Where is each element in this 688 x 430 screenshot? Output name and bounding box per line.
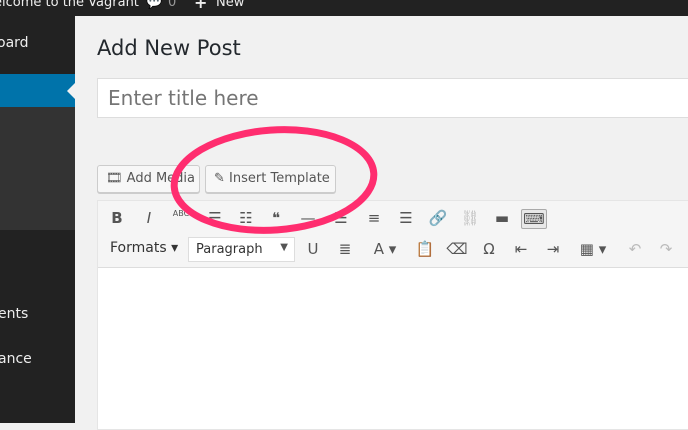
paragraph-value: Paragraph: [196, 242, 263, 257]
formats-dropdown[interactable]: Formats ▾: [110, 240, 178, 256]
menu-appearance[interactable]: ance: [0, 351, 32, 367]
page-title: Add New Post: [97, 36, 241, 60]
menu-dashboard[interactable]: oard: [0, 35, 29, 51]
clear-formatting-icon[interactable]: ⌫: [446, 240, 468, 258]
plus-icon[interactable]: +: [194, 0, 207, 12]
bold-icon[interactable]: B: [106, 209, 128, 227]
admin-sidebar: oard ents ance: [0, 16, 75, 423]
insert-template-button[interactable]: ✎ Insert Template: [205, 165, 336, 193]
horizontal-rule-icon[interactable]: —: [297, 209, 319, 227]
outdent-icon[interactable]: ⇤: [510, 240, 532, 258]
align-center-icon[interactable]: ≡: [363, 209, 385, 227]
bullet-list-icon[interactable]: ☰: [204, 209, 226, 227]
admin-bar: elcome to the Vagrant 💬 0 + New: [0, 0, 688, 16]
paste-text-icon[interactable]: 📋: [414, 240, 436, 258]
insert-template-label: Insert Template: [229, 171, 330, 186]
text-color-icon[interactable]: A ▾: [366, 240, 404, 258]
underline-icon[interactable]: U: [302, 240, 324, 258]
toolbar-toggle-icon[interactable]: ⌨: [521, 209, 547, 229]
editor-toolbar: B I ABC ☰ ☷ ❝ — ☰ ≡ ☰ 🔗 ⛓ ▬ ⌨ Formats ▾ Paragraph ▼ U ≣…: [98, 201, 688, 268]
comments-count[interactable]: 0: [168, 0, 176, 10]
posts-submenu: [0, 107, 75, 230]
link-icon[interactable]: 🔗: [427, 209, 449, 227]
unlink-icon[interactable]: ⛓: [459, 209, 481, 227]
comment-bubble-icon[interactable]: 💬: [146, 0, 162, 10]
new-link[interactable]: New: [216, 0, 244, 10]
table-icon[interactable]: ▦ ▾: [574, 240, 612, 258]
paragraph-select[interactable]: Paragraph ▼: [188, 237, 295, 262]
align-left-icon[interactable]: ☰: [330, 209, 352, 227]
site-name-link[interactable]: elcome to the Vagrant: [0, 0, 139, 10]
editor-content-area[interactable]: [98, 268, 688, 428]
undo-icon[interactable]: ↶: [624, 240, 646, 258]
blockquote-icon[interactable]: ❝: [265, 209, 287, 227]
pencil-icon: ✎: [214, 171, 225, 186]
post-title-input[interactable]: [97, 78, 688, 118]
strikethrough-icon[interactable]: ABC: [170, 209, 192, 218]
media-icon: 🎞: [106, 171, 123, 186]
chevron-down-icon: ▼: [280, 242, 288, 253]
numbered-list-icon[interactable]: ☷: [235, 209, 257, 227]
redo-icon[interactable]: ↷: [655, 240, 677, 258]
post-editor: B I ABC ☰ ☷ ❝ — ☰ ≡ ☰ 🔗 ⛓ ▬ ⌨ Formats ▾ Paragraph ▼ U ≣…: [97, 200, 688, 430]
read-more-icon[interactable]: ▬: [491, 209, 513, 227]
menu-posts-active[interactable]: [0, 74, 75, 107]
indent-icon[interactable]: ⇥: [542, 240, 564, 258]
justify-icon[interactable]: ≣: [334, 240, 356, 258]
add-media-label: Add Media: [126, 171, 196, 186]
italic-icon[interactable]: I: [138, 209, 160, 227]
align-right-icon[interactable]: ☰: [395, 209, 417, 227]
add-media-button[interactable]: 🎞 Add Media: [97, 165, 200, 193]
menu-comments[interactable]: ents: [0, 306, 28, 322]
special-character-icon[interactable]: Ω: [478, 240, 500, 258]
